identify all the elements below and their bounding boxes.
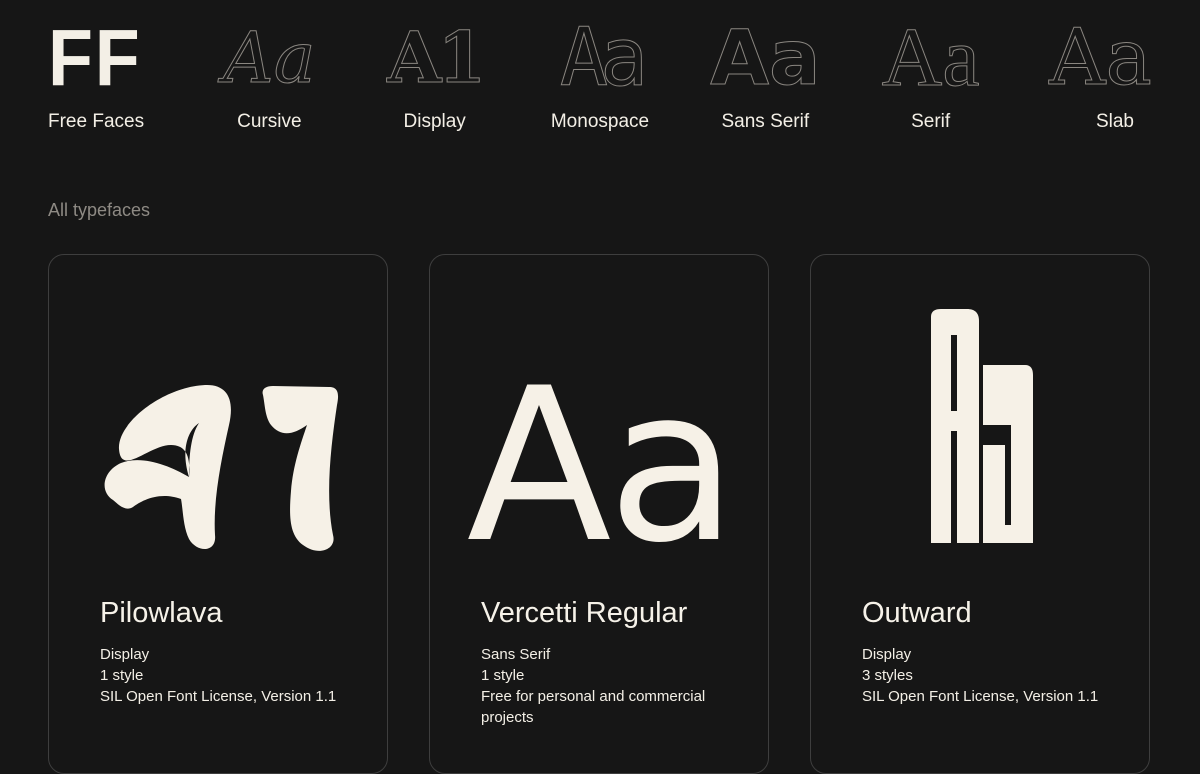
typeface-card-outward[interactable]: Outward Display 3 styles SIL Open Font L…	[810, 254, 1150, 774]
typeface-name: Vercetti Regular	[481, 597, 688, 629]
category-label: Sans Serif	[721, 111, 810, 132]
typeface-meta: Display 1 style SIL Open Font License, V…	[100, 644, 360, 707]
slab-sample-icon: Aa	[1049, 13, 1153, 103]
typeface-license: SIL Open Font License, Version 1.1	[862, 688, 1099, 705]
typeface-styles: 1 style	[100, 667, 144, 684]
category-free-faces[interactable]: FF Free Faces	[48, 18, 160, 143]
typeface-card-vercetti-regular[interactable]: Aa Vercetti Regular Sans Serif 1 style F…	[429, 254, 769, 774]
display-sample-icon: A1	[387, 16, 487, 99]
typeface-preview	[811, 295, 1151, 555]
vercetti-preview-glyph: Aa	[467, 342, 738, 555]
cursive-sample-icon: Aa	[223, 17, 316, 99]
typeface-styles: 3 styles	[862, 667, 913, 684]
typeface-license: Free for personal and commercial project…	[481, 688, 706, 726]
category-label: Serif	[911, 111, 951, 132]
typeface-card-pilowlava[interactable]: Pilowlava Display 1 style SIL Open Font …	[48, 254, 388, 774]
category-sans-serif[interactable]: Aa Sans Serif	[709, 13, 821, 143]
typeface-preview: Aa	[430, 295, 770, 555]
typeface-grid: Pilowlava Display 1 style SIL Open Font …	[48, 254, 1152, 774]
typeface-category: Display	[100, 646, 150, 663]
typeface-license: SIL Open Font License, Version 1.1	[100, 688, 337, 705]
monospace-sample-icon: Aa	[559, 11, 648, 104]
serif-sample-icon: Aa	[881, 11, 980, 104]
typeface-styles: 1 style	[481, 667, 525, 684]
typeface-meta: Sans Serif 1 style Free for personal and…	[481, 644, 741, 728]
category-label: Monospace	[550, 111, 650, 132]
category-slab[interactable]: Aa Slab	[1040, 13, 1153, 143]
typeface-category: Display	[862, 646, 912, 663]
category-label: Free Faces	[48, 111, 145, 132]
typeface-name: Pilowlava	[100, 597, 223, 629]
pilowlava-preview-glyph	[104, 384, 339, 551]
typeface-meta: Display 3 styles SIL Open Font License, …	[862, 644, 1122, 707]
category-label: Cursive	[237, 111, 302, 132]
category-cursive[interactable]: Aa Cursive	[213, 18, 325, 143]
outward-preview-glyph	[931, 309, 1033, 543]
typeface-category: Sans Serif	[481, 646, 551, 663]
category-monospace[interactable]: Aa Monospace	[544, 11, 656, 143]
sans-serif-sample-icon: Aa	[710, 13, 821, 102]
category-display[interactable]: A1 Display	[379, 16, 491, 143]
section-title: All typefaces	[48, 200, 151, 220]
ff-logo-icon: FF	[48, 13, 142, 102]
category-nav: FF Free Faces Aa Cursive A1 Display Aa M…	[48, 11, 1153, 143]
typeface-name: Outward	[862, 597, 972, 629]
preview-text: Aa	[467, 342, 734, 555]
category-label: Slab	[1095, 111, 1134, 132]
category-serif[interactable]: Aa Serif	[875, 11, 987, 143]
category-label: Display	[403, 111, 466, 132]
typeface-preview	[49, 295, 389, 555]
